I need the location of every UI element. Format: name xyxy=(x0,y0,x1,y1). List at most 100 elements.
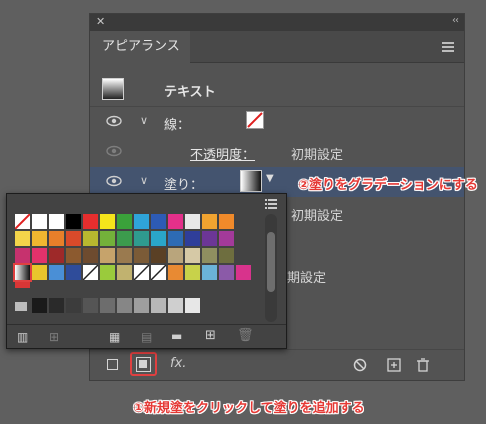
swatch-libraries-icon[interactable]: ▥ xyxy=(17,330,28,344)
color-swatch[interactable] xyxy=(83,214,98,229)
color-swatch[interactable] xyxy=(100,214,115,229)
color-swatch[interactable] xyxy=(100,265,115,280)
color-swatch[interactable] xyxy=(168,265,183,280)
trash-icon[interactable] xyxy=(416,358,430,372)
color-swatch[interactable] xyxy=(32,231,47,246)
color-swatch[interactable] xyxy=(49,214,64,229)
color-swatch[interactable] xyxy=(219,248,234,263)
color-swatch[interactable] xyxy=(66,265,81,280)
close-icon[interactable]: ✕ xyxy=(96,15,105,28)
color-swatch[interactable] xyxy=(151,214,166,229)
panel-menu-icon[interactable] xyxy=(442,42,454,52)
gray-swatch[interactable] xyxy=(100,298,115,313)
stroke-color-swatch[interactable] xyxy=(246,111,264,129)
stroke-row[interactable]: ∨ 線： xyxy=(90,107,464,137)
color-swatch[interactable] xyxy=(49,248,64,263)
opacity-row[interactable]: 不透明度： 初期設定 xyxy=(90,137,464,167)
gray-swatch[interactable] xyxy=(151,298,166,313)
annotation-step1: ①新規塗をクリックして塗りを追加する xyxy=(133,401,365,416)
swatch-kind-icon[interactable]: ⊞ xyxy=(49,330,59,344)
color-swatch[interactable] xyxy=(202,231,217,246)
gray-swatch[interactable] xyxy=(168,298,183,313)
color-swatch[interactable] xyxy=(14,213,31,230)
chevron-down-icon[interactable]: ∨ xyxy=(140,114,148,127)
chevron-down-icon[interactable]: ∨ xyxy=(140,174,148,187)
color-swatch[interactable] xyxy=(185,265,200,280)
tab-appearance[interactable]: アピアランス xyxy=(90,31,190,63)
panel-tab-bar: アピアランス xyxy=(90,31,464,63)
dropdown-arrow-icon[interactable]: ▼ xyxy=(266,173,274,184)
gray-swatch[interactable] xyxy=(66,298,81,313)
stroke-label[interactable]: 線： xyxy=(164,114,190,133)
opacity-label[interactable]: 不透明度： xyxy=(190,144,255,163)
color-swatch[interactable] xyxy=(66,231,81,246)
gray-swatch[interactable] xyxy=(134,298,149,313)
color-swatch[interactable] xyxy=(15,248,30,263)
scrollbar-thumb[interactable] xyxy=(267,232,275,292)
color-swatch[interactable] xyxy=(134,231,149,246)
color-swatch[interactable] xyxy=(100,248,115,263)
object-row[interactable]: テキスト xyxy=(90,76,464,106)
color-swatch[interactable] xyxy=(219,214,234,229)
color-swatch[interactable] xyxy=(168,231,183,246)
color-swatch[interactable] xyxy=(49,265,64,280)
color-swatch[interactable] xyxy=(202,265,217,280)
color-swatch[interactable] xyxy=(185,248,200,263)
visibility-eye-icon[interactable] xyxy=(106,175,122,187)
color-swatch[interactable] xyxy=(100,231,115,246)
scrollbar[interactable] xyxy=(265,214,277,322)
color-swatch[interactable] xyxy=(151,248,166,263)
color-swatch[interactable] xyxy=(202,214,217,229)
gray-swatch[interactable] xyxy=(32,298,47,313)
color-swatch[interactable] xyxy=(66,214,81,229)
color-swatch[interactable] xyxy=(117,231,132,246)
color-swatch[interactable] xyxy=(134,214,149,229)
color-swatch[interactable] xyxy=(134,248,149,263)
list-view-icon[interactable] xyxy=(265,199,277,209)
color-swatch[interactable] xyxy=(82,264,99,281)
gray-swatch[interactable] xyxy=(185,298,200,313)
fill-color-swatch[interactable] xyxy=(240,170,262,192)
gray-swatch[interactable] xyxy=(117,298,132,313)
color-swatch[interactable] xyxy=(117,265,132,280)
folder-icon[interactable]: ▬ xyxy=(171,329,182,343)
visibility-eye-icon[interactable] xyxy=(106,115,122,127)
color-swatch[interactable] xyxy=(15,231,30,246)
color-swatch[interactable] xyxy=(168,214,183,229)
new-swatch-icon[interactable]: ⊞ xyxy=(205,328,216,343)
delete-swatch-icon[interactable]: 🗑 xyxy=(237,328,254,343)
color-swatch[interactable] xyxy=(151,231,166,246)
swatch-options-icon[interactable]: ▦ xyxy=(109,330,120,344)
color-group-icon[interactable]: ▤ xyxy=(141,330,152,344)
gradient-swatch[interactable] xyxy=(13,263,32,282)
duplicate-item-icon[interactable] xyxy=(387,358,401,372)
color-swatch[interactable] xyxy=(32,214,47,229)
gray-swatch[interactable] xyxy=(49,298,64,313)
color-swatch[interactable] xyxy=(219,265,234,280)
color-swatch[interactable] xyxy=(32,265,47,280)
color-swatch[interactable] xyxy=(150,264,167,281)
folder-icon xyxy=(15,302,27,311)
color-swatch[interactable] xyxy=(168,248,183,263)
color-swatch[interactable] xyxy=(133,264,150,281)
gray-swatch[interactable] xyxy=(83,298,98,313)
color-swatch[interactable] xyxy=(49,231,64,246)
add-new-stroke-button[interactable] xyxy=(107,359,118,370)
color-swatch[interactable] xyxy=(202,248,217,263)
color-swatch[interactable] xyxy=(32,248,47,263)
clear-appearance-icon[interactable] xyxy=(353,358,367,372)
color-swatch[interactable] xyxy=(236,265,251,280)
color-swatch[interactable] xyxy=(219,231,234,246)
opacity-value: 初期設定 xyxy=(291,148,344,163)
fx-icon[interactable]: fx. xyxy=(170,356,186,371)
color-swatch[interactable] xyxy=(66,248,81,263)
color-swatch[interactable] xyxy=(83,231,98,246)
color-swatch[interactable] xyxy=(185,214,200,229)
color-swatch[interactable] xyxy=(185,231,200,246)
color-swatch[interactable] xyxy=(117,248,132,263)
collapse-panel-icon[interactable]: ‹‹ xyxy=(452,15,459,26)
color-swatch[interactable] xyxy=(83,248,98,263)
color-swatch[interactable] xyxy=(117,214,132,229)
fill-label[interactable]: 塗り： xyxy=(164,174,203,193)
visibility-eye-icon[interactable] xyxy=(106,145,122,157)
